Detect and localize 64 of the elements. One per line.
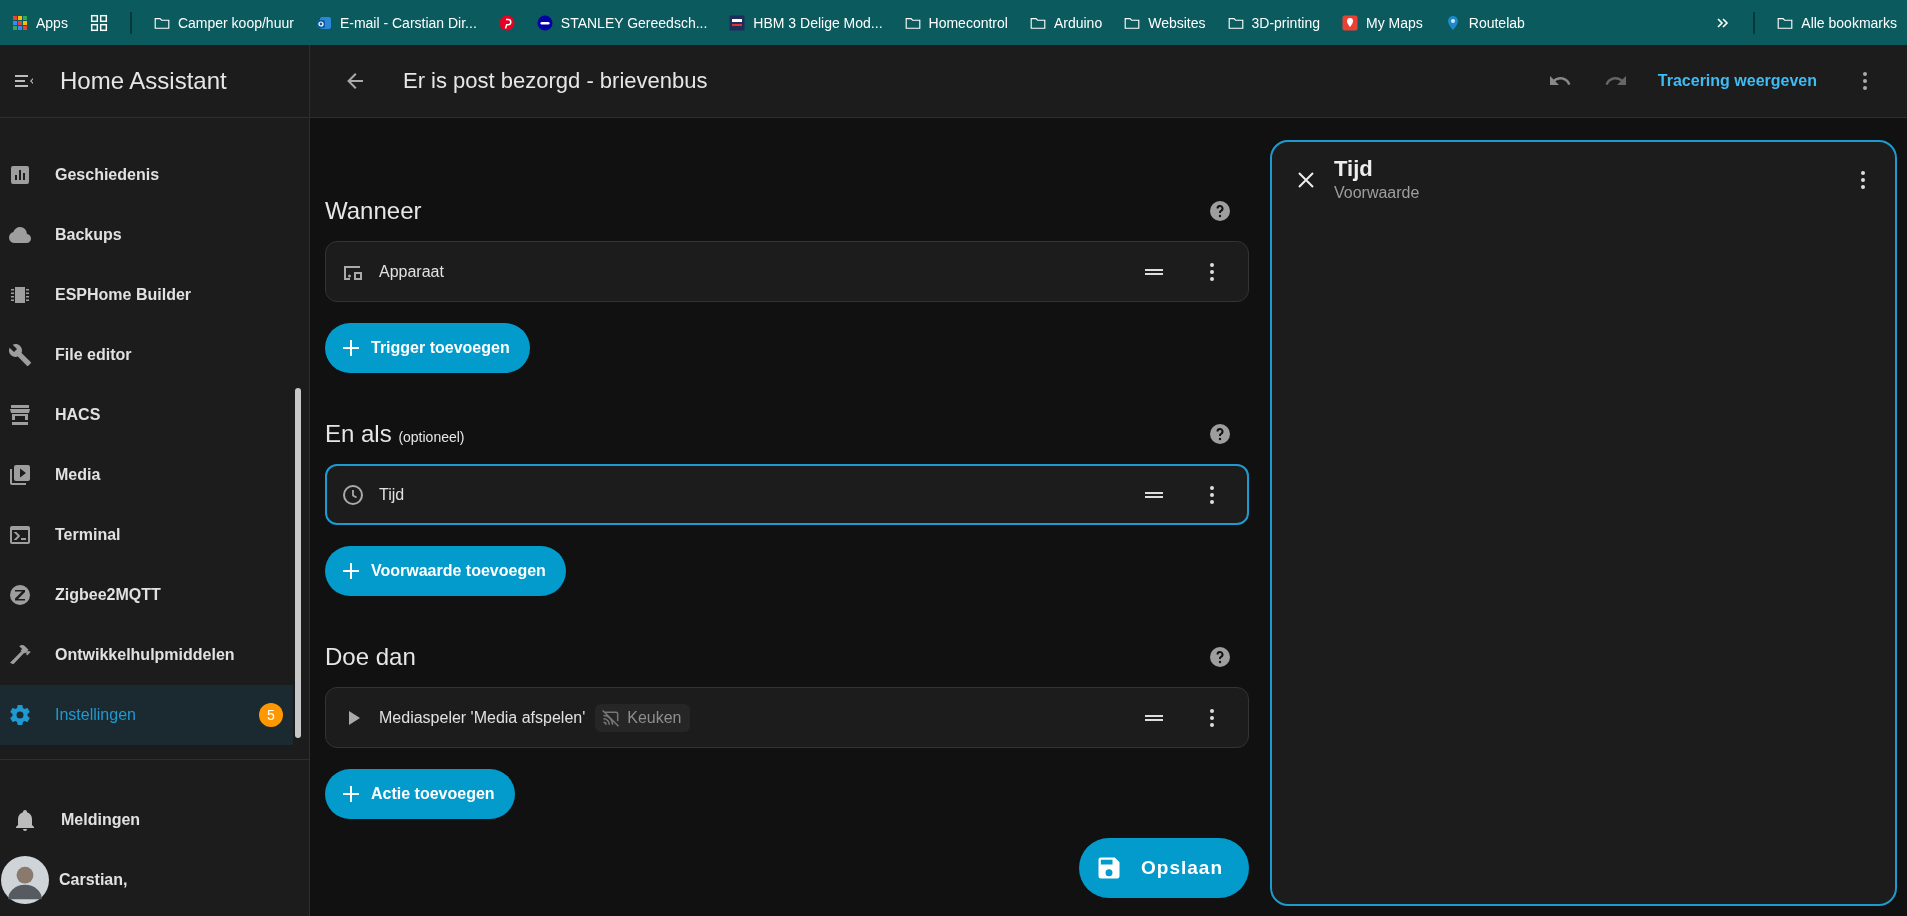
bookmark[interactable]: My Maps (1342, 14, 1423, 31)
hammer-icon (8, 643, 32, 667)
rule-card[interactable]: Tijd (325, 464, 1249, 525)
rule-card[interactable]: Mediaspeler 'Media afspelen' Keuken (325, 687, 1249, 748)
bookmark[interactable]: STANLEY Gereedsch... (536, 14, 708, 31)
wrench-icon (8, 343, 32, 367)
panel-title: Tijd (1334, 156, 1374, 182)
sidebar-item[interactable]: Ontwikkelhulpmiddelen (0, 625, 293, 685)
cast-off-icon (601, 707, 622, 728)
rule-label: Mediaspeler 'Media afspelen' (379, 708, 586, 727)
help-icon[interactable] (1208, 199, 1232, 223)
section-title: En als (optioneel) (325, 420, 465, 448)
section-title: Doe dan (325, 643, 416, 671)
square-logo-icon (729, 14, 746, 31)
rule-card[interactable]: Apparaat (325, 241, 1249, 302)
sidebar-item[interactable]: HACS (0, 385, 293, 445)
store-icon (8, 403, 32, 427)
sidebar-item[interactable]: Backups (0, 205, 293, 265)
scrollbar-thumb[interactable] (295, 388, 301, 738)
help-icon[interactable] (1208, 422, 1232, 446)
help-icon[interactable] (1208, 645, 1232, 669)
panel-subtitle: Voorwaarde (1334, 184, 1421, 202)
sidebar-item[interactable]: Terminal (0, 505, 293, 565)
app-title: Home Assistant (60, 67, 227, 95)
bookmark[interactable] (498, 14, 515, 31)
user-item[interactable]: Carstian, (0, 850, 309, 910)
notifications-item[interactable]: Meldingen (0, 790, 309, 850)
pin-logo-icon (498, 14, 515, 31)
terminal-icon (8, 523, 32, 547)
sidebar-item[interactable]: Geschiedenis (0, 145, 293, 205)
sidebar-item[interactable]: ESPHome Builder (0, 265, 293, 325)
sidebar-item[interactable]: Instellingen 5 (0, 685, 293, 745)
bookmark[interactable]: 3D-printing (1227, 14, 1320, 31)
map-pin-icon (1342, 14, 1358, 31)
bookmark[interactable]: Arduino (1029, 14, 1103, 31)
bookmark[interactable]: Routelab (1444, 14, 1525, 31)
clock-icon (341, 482, 365, 507)
bell-icon (13, 808, 37, 832)
bookmark[interactable]: E-mail - Carstian Dir... (315, 14, 477, 31)
tab-groups-icon[interactable] (89, 13, 108, 32)
bookmark[interactable]: Apps (12, 14, 68, 31)
mail-icon (315, 14, 332, 31)
avatar (1, 856, 49, 904)
bookmark[interactable]: Homecontrol (904, 14, 1008, 31)
section-title: Wanneer (325, 197, 422, 225)
bookmark[interactable]: HBM 3 Delige Mod... (729, 14, 883, 31)
round-logo-icon (536, 14, 553, 31)
settings-icon (8, 703, 32, 727)
zigbee-icon (8, 583, 32, 607)
bookmark[interactable]: Alle bookmarks (1777, 14, 1897, 31)
trace-link[interactable]: Tracering weergeven (1657, 72, 1817, 90)
page-title: Er is post bezorgd - brievenbus (403, 68, 708, 94)
sidebar-item[interactable]: Media (0, 445, 293, 505)
bookmark[interactable]: Websites (1124, 14, 1206, 31)
apps-grid-icon (12, 14, 28, 31)
bookmark[interactable]: Camper koop/huur (153, 14, 294, 31)
rule-label: Tijd (379, 485, 405, 504)
sidebar-item[interactable]: File editor (0, 325, 293, 385)
target-chip: Keuken (595, 703, 690, 732)
rule-label: Apparaat (379, 262, 444, 281)
bar-chart-icon (8, 163, 32, 187)
count-badge: 5 (259, 703, 283, 727)
sidebar-item[interactable]: Zigbee2MQTT (0, 565, 293, 625)
play-box-icon (8, 463, 32, 487)
